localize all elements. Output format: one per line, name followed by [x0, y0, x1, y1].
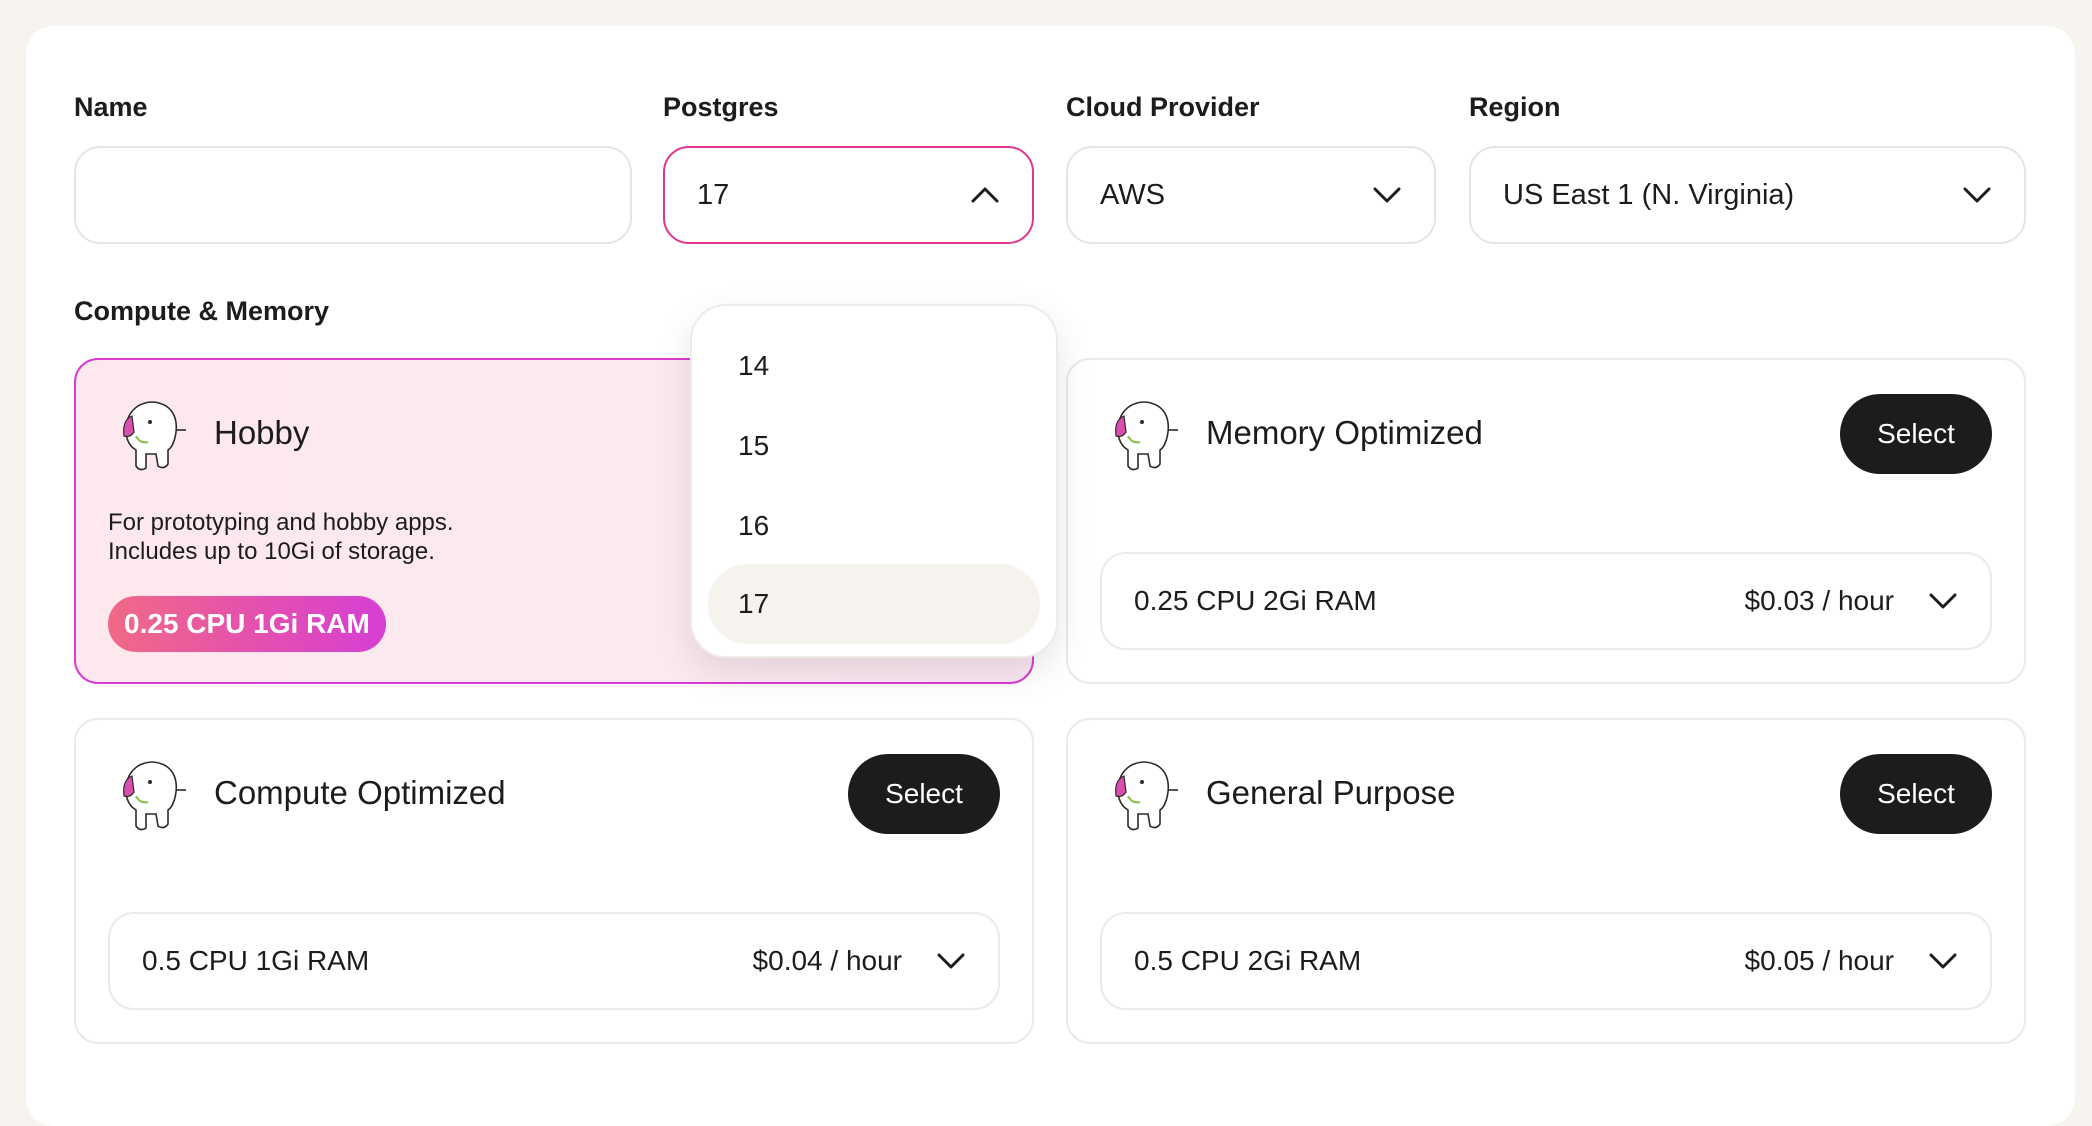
- tier-spec: 0.5 CPU 2Gi RAM: [1134, 945, 1362, 976]
- tier-description-line: Includes up to 10Gi of storage.: [108, 538, 435, 565]
- chevron-down-icon: [1373, 187, 1401, 203]
- postgres-label: Postgres: [663, 92, 779, 122]
- tier-card-memory-optimized: Memory Optimized Select 0.25 CPU 2Gi RAM…: [1066, 358, 2026, 684]
- name-label: Name: [74, 92, 148, 122]
- elephant-mascot-icon: [123, 401, 186, 471]
- tier-card-compute-optimized: Compute Optimized Select 0.5 CPU 1Gi RAM…: [74, 718, 1034, 1044]
- tier-spec-select[interactable]: 0.5 CPU 1Gi RAM $0.04 / hour: [108, 912, 1000, 1010]
- postgres-version-dropdown: 14 15 16 17: [690, 304, 1058, 658]
- elephant-mascot-icon: [1115, 761, 1178, 831]
- postgres-option[interactable]: 15: [708, 406, 1040, 486]
- postgres-version-select[interactable]: 17: [663, 146, 1034, 244]
- tier-spec-select[interactable]: 0.5 CPU 2Gi RAM $0.05 / hour: [1100, 912, 1992, 1010]
- form-card: Name Postgres Cloud Provider Region 17 A…: [26, 26, 2075, 1126]
- tier-price: $0.03 / hour: [1744, 585, 1894, 616]
- tier-price: $0.04 / hour: [752, 945, 902, 976]
- tier-title: General Purpose: [1206, 774, 1456, 811]
- tier-spec: 0.25 CPU 2Gi RAM: [1134, 585, 1377, 616]
- cloud-provider-label: Cloud Provider: [1066, 92, 1260, 122]
- tier-title: Compute Optimized: [214, 774, 506, 811]
- select-button[interactable]: Select: [1840, 394, 1992, 474]
- tier-spec-badge: 0.25 CPU 1Gi RAM: [108, 596, 386, 652]
- elephant-mascot-icon: [1115, 401, 1178, 471]
- tier-card-general-purpose: General Purpose Select 0.5 CPU 2Gi RAM $…: [1066, 718, 2026, 1044]
- name-input[interactable]: [74, 146, 632, 244]
- select-button[interactable]: Select: [1840, 754, 1992, 834]
- cloud-provider-value: AWS: [1100, 178, 1165, 211]
- chevron-down-icon: [1929, 953, 1957, 969]
- tier-spec: 0.5 CPU 1Gi RAM: [142, 945, 370, 976]
- chevron-up-icon: [971, 187, 999, 203]
- tier-description-line: For prototyping and hobby apps.: [108, 509, 454, 536]
- tier-title: Hobby: [214, 414, 310, 451]
- region-label: Region: [1469, 92, 1561, 122]
- tier-spec-select[interactable]: 0.25 CPU 2Gi RAM $0.03 / hour: [1100, 552, 1992, 650]
- postgres-option[interactable]: 14: [708, 326, 1040, 406]
- region-value: US East 1 (N. Virginia): [1503, 178, 1795, 211]
- chevron-down-icon: [937, 953, 965, 969]
- elephant-mascot-icon: [123, 761, 186, 831]
- chevron-down-icon: [1963, 187, 1991, 203]
- cloud-provider-select[interactable]: AWS: [1066, 146, 1436, 244]
- region-select[interactable]: US East 1 (N. Virginia): [1469, 146, 2026, 244]
- compute-memory-heading: Compute & Memory: [74, 296, 330, 326]
- postgres-option[interactable]: 16: [708, 486, 1040, 566]
- select-button[interactable]: Select: [848, 754, 1000, 834]
- tier-price: $0.05 / hour: [1744, 945, 1894, 976]
- postgres-option[interactable]: 17: [708, 564, 1040, 644]
- tier-description: For prototyping and hobby apps. Includes…: [108, 508, 454, 566]
- postgres-selected-value: 17: [697, 178, 730, 211]
- chevron-down-icon: [1929, 593, 1957, 609]
- tier-title: Memory Optimized: [1206, 414, 1483, 451]
